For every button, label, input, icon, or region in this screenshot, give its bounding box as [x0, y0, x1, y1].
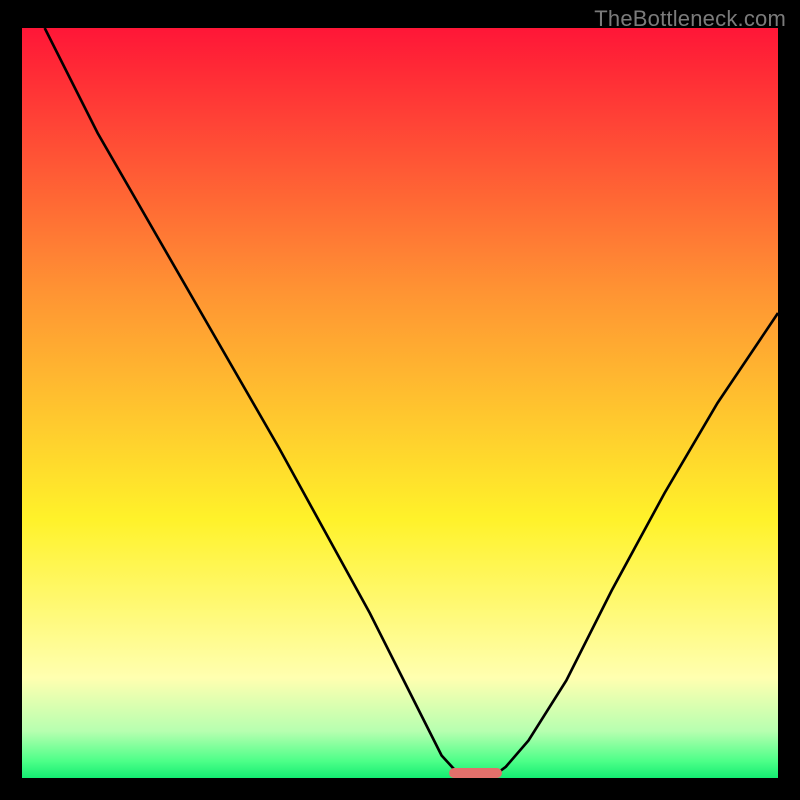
minimum-marker	[449, 768, 502, 779]
plot-area	[22, 28, 778, 778]
watermark-text: TheBottleneck.com	[594, 6, 786, 32]
bottleneck-curve	[22, 28, 778, 778]
chart-frame: TheBottleneck.com	[0, 0, 800, 800]
curve-left-branch	[45, 28, 459, 778]
curve-right-branch	[491, 313, 778, 778]
